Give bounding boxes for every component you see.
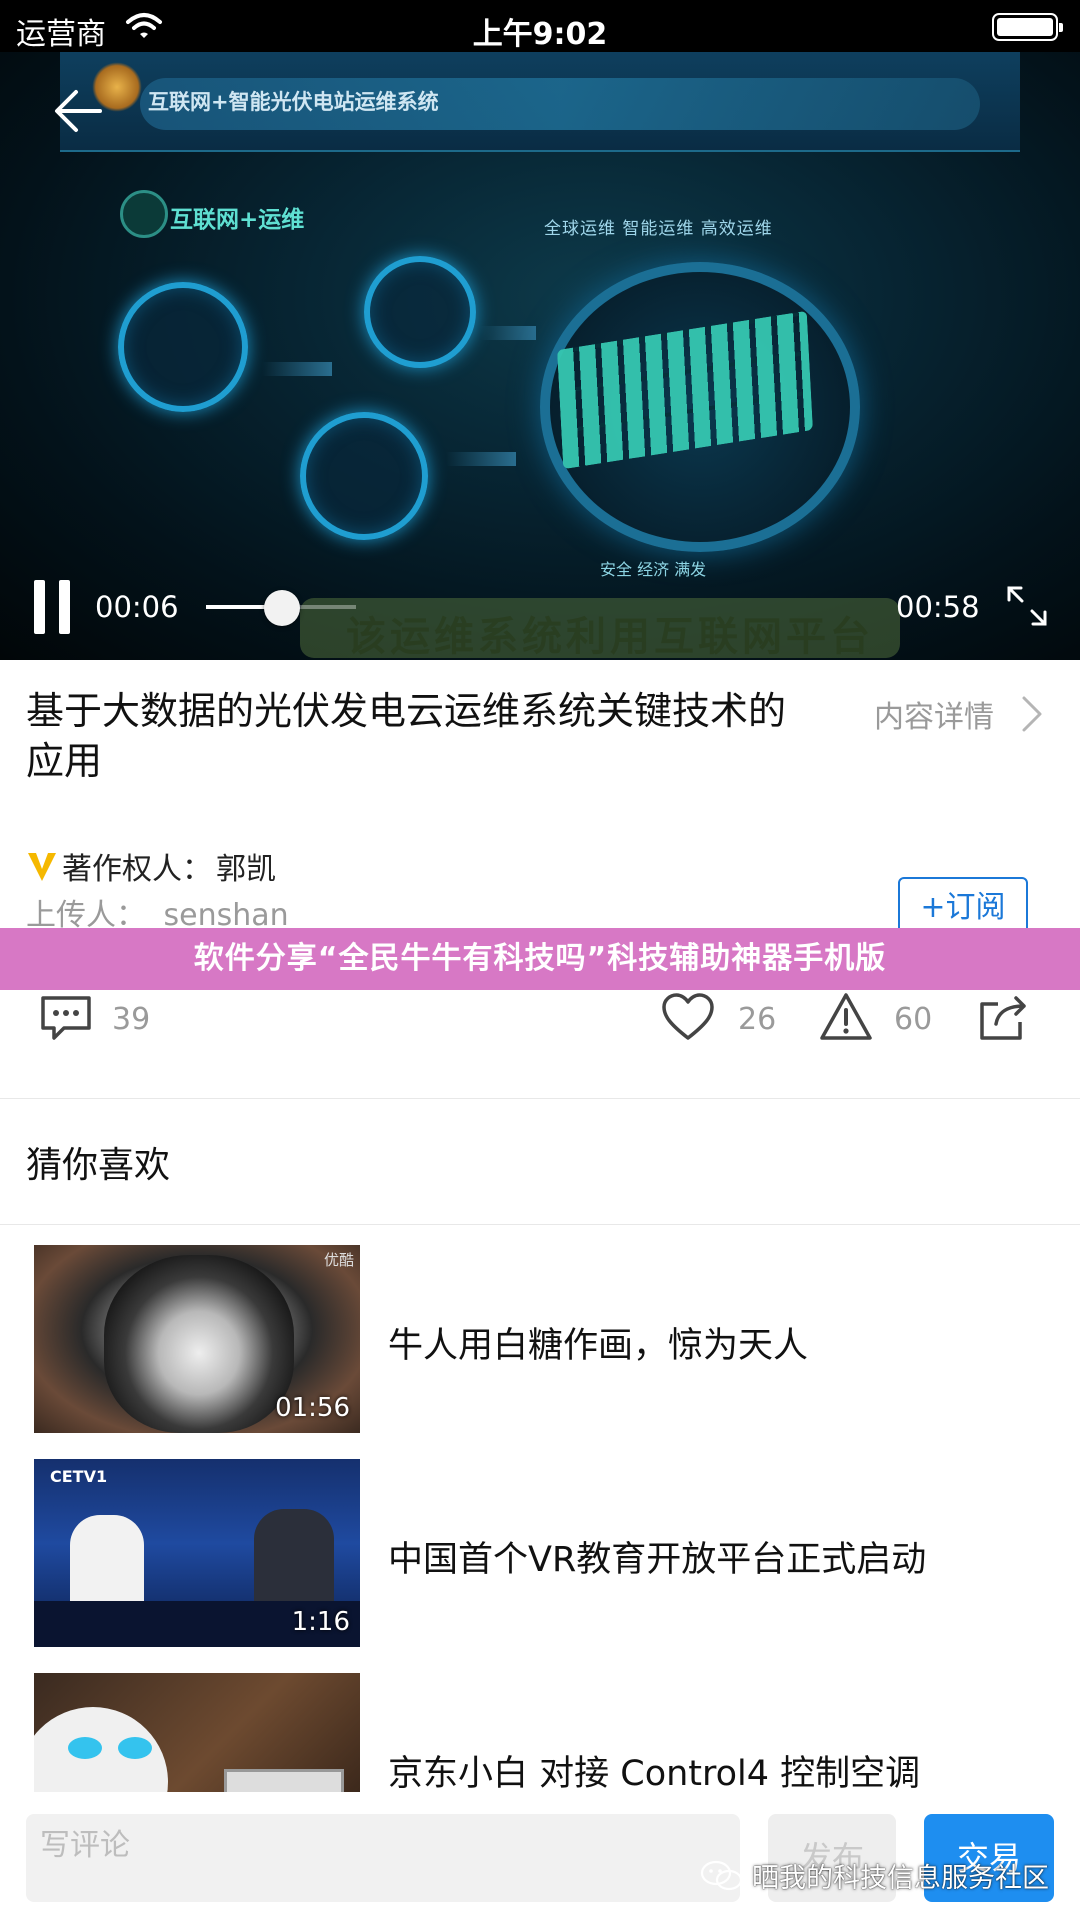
video-frame-title: 互联网+智能光伏电站运维系统 [148, 90, 439, 114]
robot-eye [68, 1737, 102, 1759]
back-arrow-icon[interactable] [52, 86, 104, 136]
video-thumbnail[interactable]: CETV1 1:16 [34, 1459, 360, 1647]
page: 互联网+智能光伏电站运维系统 互联网+运维 全球运维 智能运维 高效运维 安全 … [0, 0, 1080, 1920]
video-item-title[interactable]: 京东小白 对接 Control4 控制空调 [388, 1745, 920, 1796]
pause-button[interactable] [30, 580, 74, 634]
flow-arrow [480, 326, 536, 340]
flow-arrow [446, 452, 516, 466]
progress-fill [206, 605, 266, 609]
fullscreen-icon[interactable] [1005, 584, 1049, 628]
share-icon[interactable] [976, 990, 1032, 1046]
comment-input[interactable] [26, 1814, 740, 1902]
video-duration: 1:16 [291, 1607, 350, 1637]
clock: 上午9:02 [472, 17, 608, 52]
solar-panel-icon [300, 412, 428, 540]
heart-icon[interactable] [660, 990, 716, 1046]
progress-knob[interactable] [264, 590, 300, 626]
verified-v-icon [28, 853, 56, 881]
report-count: 60 [894, 1002, 933, 1037]
battery-icon [992, 13, 1063, 41]
author-row: 著作权人： 郭凯 [26, 844, 276, 888]
pause-icon [59, 580, 70, 634]
pause-icon [34, 580, 45, 634]
duration: 00:58 [896, 590, 980, 624]
flow-arrow [262, 362, 332, 376]
watermark-text: 晒我的科技信息服务社区 [752, 1863, 1049, 1894]
list-item[interactable]: CETV1 1:16 中国首个VR教育开放平台正式启动 [34, 1459, 1054, 1647]
video-title: 基于大数据的光伏发电云运维系统关键技术的应用 [26, 689, 787, 783]
list-item[interactable]: 优酷 01:56 牛人用白糖作画，惊为天人 [34, 1245, 1054, 1433]
promo-banner: 软件分享“全民牛牛有科技吗”科技辅助神器手机版 [0, 928, 1080, 990]
current-time: 00:06 [95, 590, 179, 624]
watermark: 晒我的科技信息服务社区 [700, 1856, 1049, 1895]
divider [0, 1224, 1080, 1225]
like-count: 26 [738, 1002, 777, 1037]
robot-eye [118, 1737, 152, 1759]
author-label: 著作权人： [62, 852, 212, 887]
video-thumbnail[interactable]: 优酷 01:56 [34, 1245, 360, 1433]
thumbnail-logo: 优酷 [323, 1251, 354, 1269]
video-player[interactable]: 互联网+智能光伏电站运维系统 互联网+运维 全球运维 智能运维 高效运维 安全 … [0, 0, 1080, 660]
chevron-right-icon[interactable] [1018, 694, 1046, 734]
recycle-icon [120, 190, 168, 238]
comment-icon[interactable] [38, 990, 94, 1046]
comment-count: 39 [112, 1002, 151, 1037]
video-subtitle: 该运维系统利用互联网平台 [346, 614, 874, 660]
thumbnail-portrait [104, 1255, 294, 1433]
video-item-title[interactable]: 牛人用白糖作画，惊为天人 [388, 1317, 808, 1368]
video-duration: 01:56 [275, 1393, 350, 1423]
action-bar: 39 26 60 [0, 990, 1080, 1100]
thumbnail-logo: CETV1 [50, 1467, 108, 1486]
status-bar: 运营商 上午9:02 [0, 0, 1080, 52]
content-detail-link[interactable]: 内容详情 [874, 692, 994, 736]
author-name: 郭凯 [216, 852, 276, 887]
video-bottom-tags: 安全 经济 满发 [600, 560, 707, 579]
warning-icon[interactable] [818, 990, 874, 1046]
video-item-title[interactable]: 中国首个VR教育开放平台正式启动 [388, 1531, 926, 1582]
video-section-title: 互联网+运维 [170, 207, 305, 233]
network-icon [118, 282, 248, 412]
chart-icon [364, 256, 476, 368]
wechat-icon [700, 1860, 743, 1890]
video-frame-tags: 全球运维 智能运维 高效运维 [544, 219, 773, 239]
divider [0, 1098, 1080, 1099]
recommend-section-title: 猜你喜欢 [26, 1145, 171, 1186]
